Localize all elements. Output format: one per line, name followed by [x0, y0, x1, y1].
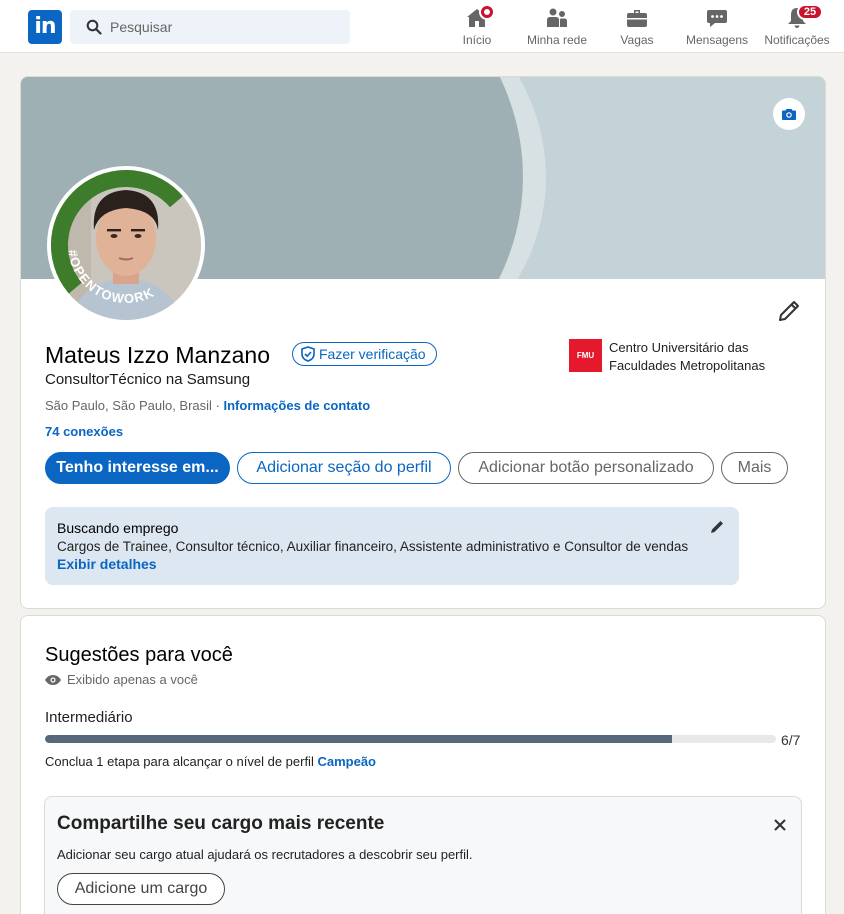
- open-to-button[interactable]: Tenho interesse em...: [45, 452, 230, 484]
- edit-intro-pencil-icon[interactable]: [777, 299, 801, 323]
- network-icon: [547, 8, 567, 27]
- add-custom-button-button[interactable]: Adicionar botão personalizado: [458, 452, 714, 484]
- contact-info-link[interactable]: Informações de contato: [224, 398, 371, 413]
- education-name: Centro Universitário das Faculdades Metr…: [609, 340, 766, 373]
- level-target[interactable]: Campeão: [317, 754, 376, 769]
- search-bar[interactable]: [70, 10, 350, 44]
- profile-photo-image: #OPENTOWORK: [51, 170, 201, 320]
- search-input[interactable]: [110, 10, 340, 44]
- profile-name: Mateus Izzo Manzano: [45, 342, 271, 368]
- eye-icon: [45, 675, 61, 685]
- private-note-label: Exibido apenas a você: [67, 672, 198, 687]
- verify-button[interactable]: Fazer verificação: [292, 342, 437, 366]
- nav-my-network-label: Minha rede: [526, 33, 588, 47]
- suggestions-title: Sugestões para você: [45, 644, 233, 666]
- linkedin-logo[interactable]: in: [28, 10, 62, 44]
- job-seeking-title: Buscando emprego: [57, 520, 179, 536]
- camera-icon: [782, 109, 796, 120]
- nav-home-label: Início: [462, 33, 492, 47]
- profile-card: #OPENTOWORK Mateus Izzo Manzano Fazer ve…: [20, 76, 826, 609]
- suggestion-title: Compartilhe seu cargo mais recente: [57, 813, 385, 834]
- home-notification-dot: [479, 4, 495, 20]
- search-icon: [86, 19, 102, 35]
- open-to-work-box: Buscando emprego Cargos de Trainee, Cons…: [45, 507, 739, 585]
- edit-pencil-icon[interactable]: [709, 519, 725, 535]
- nav-jobs[interactable]: Vagas: [597, 6, 677, 50]
- nav-notifications-label: Notificações: [764, 33, 830, 47]
- add-position-button[interactable]: Adicione um cargo: [57, 873, 225, 905]
- nav-messaging-label: Mensagens: [685, 33, 749, 47]
- nav-home[interactable]: Início: [437, 4, 517, 50]
- nav-jobs-label: Vagas: [620, 33, 654, 47]
- level-hint: Conclua 1 etapa para alcançar o nível de…: [45, 754, 376, 769]
- edit-banner-button[interactable]: [773, 98, 805, 130]
- private-note: Exibido apenas a você: [45, 672, 198, 687]
- close-icon[interactable]: [772, 817, 788, 833]
- show-details-link[interactable]: Exibir detalhes: [57, 556, 157, 572]
- suggestion-description: Adicionar seu cargo atual ajudará os rec…: [57, 847, 473, 862]
- profile-level: Intermediário: [45, 709, 133, 726]
- connections-link[interactable]: 74 conexões: [45, 424, 123, 439]
- top-nav: in Início Minha rede Vagas: [0, 0, 844, 53]
- nav-my-network[interactable]: Minha rede: [517, 6, 597, 50]
- nav-notifications[interactable]: 25 Notificações: [757, 4, 837, 50]
- education-entry[interactable]: FMU Centro Universitário das Faculdades …: [569, 339, 799, 379]
- profile-location: São Paulo, São Paulo, Brasil: [45, 398, 212, 413]
- add-profile-section-button[interactable]: Adicionar seção do perfil: [237, 452, 451, 484]
- profile-strength-fill: [45, 735, 672, 743]
- verify-button-label: Fazer verificação: [319, 346, 426, 362]
- shield-check-icon: [301, 346, 315, 362]
- notifications-count-badge: 25: [797, 4, 823, 20]
- job-seeking-roles: Cargos de Trainee, Consultor técnico, Au…: [57, 539, 689, 554]
- profile-photo[interactable]: #OPENTOWORK: [47, 166, 205, 324]
- messaging-icon: [707, 10, 727, 27]
- suggestions-card: Sugestões para você Exibido apenas a voc…: [20, 615, 826, 914]
- add-position-suggestion: Compartilhe seu cargo mais recente Adici…: [44, 796, 802, 914]
- progress-count: 6/7: [781, 732, 801, 748]
- profile-headline: ConsultorTécnico na Samsung: [45, 371, 251, 388]
- nav-messaging[interactable]: Mensagens: [677, 6, 757, 50]
- briefcase-icon: [627, 10, 647, 27]
- profile-strength-bar: [45, 735, 776, 743]
- more-button[interactable]: Mais: [721, 452, 788, 484]
- fmu-logo: FMU: [569, 339, 602, 372]
- profile-location-row: São Paulo, São Paulo, Brasil · Informaçõ…: [45, 398, 371, 413]
